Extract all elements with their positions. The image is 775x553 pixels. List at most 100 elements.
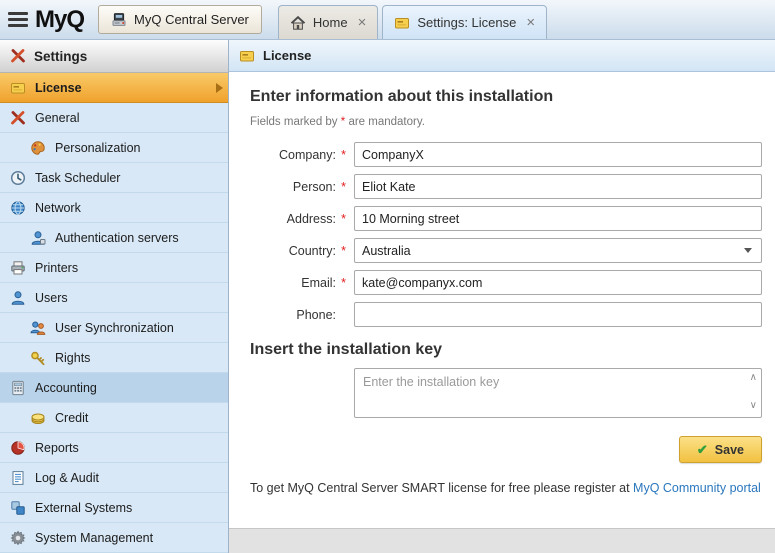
- person-label: Person:: [293, 180, 336, 194]
- required-star: *: [336, 180, 346, 194]
- sidebar-item-label: Printers: [35, 261, 78, 275]
- country-select[interactable]: Australia: [354, 238, 762, 263]
- users-sync-icon: [30, 320, 46, 336]
- key-icon: [30, 350, 46, 366]
- installation-key-input[interactable]: [354, 368, 762, 418]
- sidebar-item-label: License: [35, 81, 82, 95]
- sidebar-item-printers[interactable]: Printers: [0, 253, 228, 283]
- gear-icon: [10, 530, 26, 546]
- form-row-company: Company:*: [250, 142, 762, 167]
- sidebar-item-label: Authentication servers: [55, 231, 179, 245]
- phone-label: Phone:: [296, 308, 336, 322]
- community-portal-link[interactable]: MyQ Community portal: [633, 481, 761, 495]
- address-input[interactable]: [354, 206, 762, 231]
- calculator-icon: [10, 380, 26, 396]
- form-row-country: Country:* Australia: [250, 238, 762, 263]
- required-star: *: [336, 148, 346, 162]
- auth-user-icon: [30, 230, 46, 246]
- panel-header: License: [229, 40, 775, 72]
- license-icon: [10, 80, 26, 96]
- sidebar-title: Settings: [34, 49, 87, 64]
- license-form-area: Enter information about this installatio…: [229, 72, 775, 528]
- panel-title: License: [263, 48, 311, 63]
- company-label: Company:: [279, 148, 336, 162]
- license-icon: [239, 48, 255, 64]
- coins-icon: [30, 410, 46, 426]
- sidebar-item-license[interactable]: License: [0, 73, 228, 103]
- clock-icon: [10, 170, 26, 186]
- tab-label: Home: [313, 15, 348, 30]
- sidebar-item-network[interactable]: Network: [0, 193, 228, 223]
- form-row-person: Person:*: [250, 174, 762, 199]
- pie-chart-icon: [10, 440, 26, 456]
- sidebar-item-reports[interactable]: Reports: [0, 433, 228, 463]
- home-icon: [290, 15, 306, 31]
- country-select-value: Australia: [362, 244, 411, 258]
- person-input[interactable]: [354, 174, 762, 199]
- settings-tools-icon: [10, 48, 26, 64]
- document-icon: [10, 470, 26, 486]
- mandatory-note: Fields marked by * are mandatory.: [250, 116, 762, 128]
- sidebar-item-rights[interactable]: Rights: [0, 343, 228, 373]
- sidebar-header: Settings: [0, 40, 228, 73]
- close-icon[interactable]: ×: [358, 15, 367, 30]
- sidebar-item-system-management[interactable]: System Management: [0, 523, 228, 553]
- sidebar-item-label: Network: [35, 201, 81, 215]
- sidebar-item-label: Reports: [35, 441, 79, 455]
- scroll-down-icon[interactable]: ∨: [750, 401, 757, 411]
- address-label: Address:: [287, 212, 336, 226]
- globe-icon: [10, 200, 26, 216]
- installation-info-form: Company:* Person:* Address:* Country:*: [250, 142, 762, 327]
- required-star: *: [336, 244, 346, 258]
- email-input[interactable]: [354, 270, 762, 295]
- tools-icon: [10, 110, 26, 126]
- tab-home[interactable]: Home ×: [278, 5, 378, 39]
- sidebar-item-log-audit[interactable]: Log & Audit: [0, 463, 228, 493]
- sidebar-item-label: Credit: [55, 411, 88, 425]
- scroll-up-icon[interactable]: ∧: [750, 373, 757, 383]
- sidebar-item-user-synchronization[interactable]: User Synchronization: [0, 313, 228, 343]
- company-input[interactable]: [354, 142, 762, 167]
- sidebar-item-label: Rights: [55, 351, 90, 365]
- tab-settings-license[interactable]: Settings: License ×: [382, 5, 547, 39]
- topbar: MyQ MyQ Central Server Home × Settings: …: [0, 0, 775, 40]
- country-label: Country:: [289, 244, 336, 258]
- user-icon: [10, 290, 26, 306]
- sidebar-item-accounting[interactable]: Accounting: [0, 373, 228, 403]
- sidebar-item-label: Users: [35, 291, 68, 305]
- sidebar-item-label: External Systems: [35, 501, 132, 515]
- form-row-phone: Phone:: [250, 302, 762, 327]
- close-icon[interactable]: ×: [526, 15, 535, 30]
- sidebar-item-users[interactable]: Users: [0, 283, 228, 313]
- installation-key-area: ∧ ∨: [354, 368, 762, 418]
- sidebar-item-label: System Management: [35, 531, 153, 545]
- sidebar-item-task-scheduler[interactable]: Task Scheduler: [0, 163, 228, 193]
- server-selector-label: MyQ Central Server: [134, 12, 249, 27]
- section-title-installation: Enter information about this installatio…: [250, 88, 762, 106]
- register-note: To get MyQ Central Server SMART license …: [250, 481, 762, 495]
- menu-icon[interactable]: [8, 9, 28, 30]
- sidebar-item-label: Task Scheduler: [35, 171, 120, 185]
- save-button-label: Save: [715, 443, 744, 457]
- linked-boxes-icon: [10, 500, 26, 516]
- server-terminal-icon: [111, 12, 127, 28]
- required-star: *: [336, 276, 346, 290]
- sidebar-item-label: General: [35, 111, 79, 125]
- save-button[interactable]: ✔ Save: [679, 436, 762, 463]
- myq-window: MyQ MyQ Central Server Home × Settings: …: [0, 0, 775, 553]
- checkmark-icon: ✔: [697, 442, 708, 458]
- phone-input[interactable]: [354, 302, 762, 327]
- server-selector-button[interactable]: MyQ Central Server: [98, 5, 262, 34]
- sidebar-item-general[interactable]: General: [0, 103, 228, 133]
- printer-icon: [10, 260, 26, 276]
- sidebar-item-personalization[interactable]: Personalization: [0, 133, 228, 163]
- myq-logo: MyQ: [35, 6, 84, 34]
- license-panel: License Enter information about this ins…: [229, 40, 775, 553]
- section-title-installation-key: Insert the installation key: [250, 341, 762, 359]
- tab-label: Settings: License: [417, 15, 516, 30]
- sidebar-item-authentication-servers[interactable]: Authentication servers: [0, 223, 228, 253]
- form-row-email: Email:*: [250, 270, 762, 295]
- sidebar-item-external-systems[interactable]: External Systems: [0, 493, 228, 523]
- sidebar-item-credit[interactable]: Credit: [0, 403, 228, 433]
- license-icon: [394, 15, 410, 31]
